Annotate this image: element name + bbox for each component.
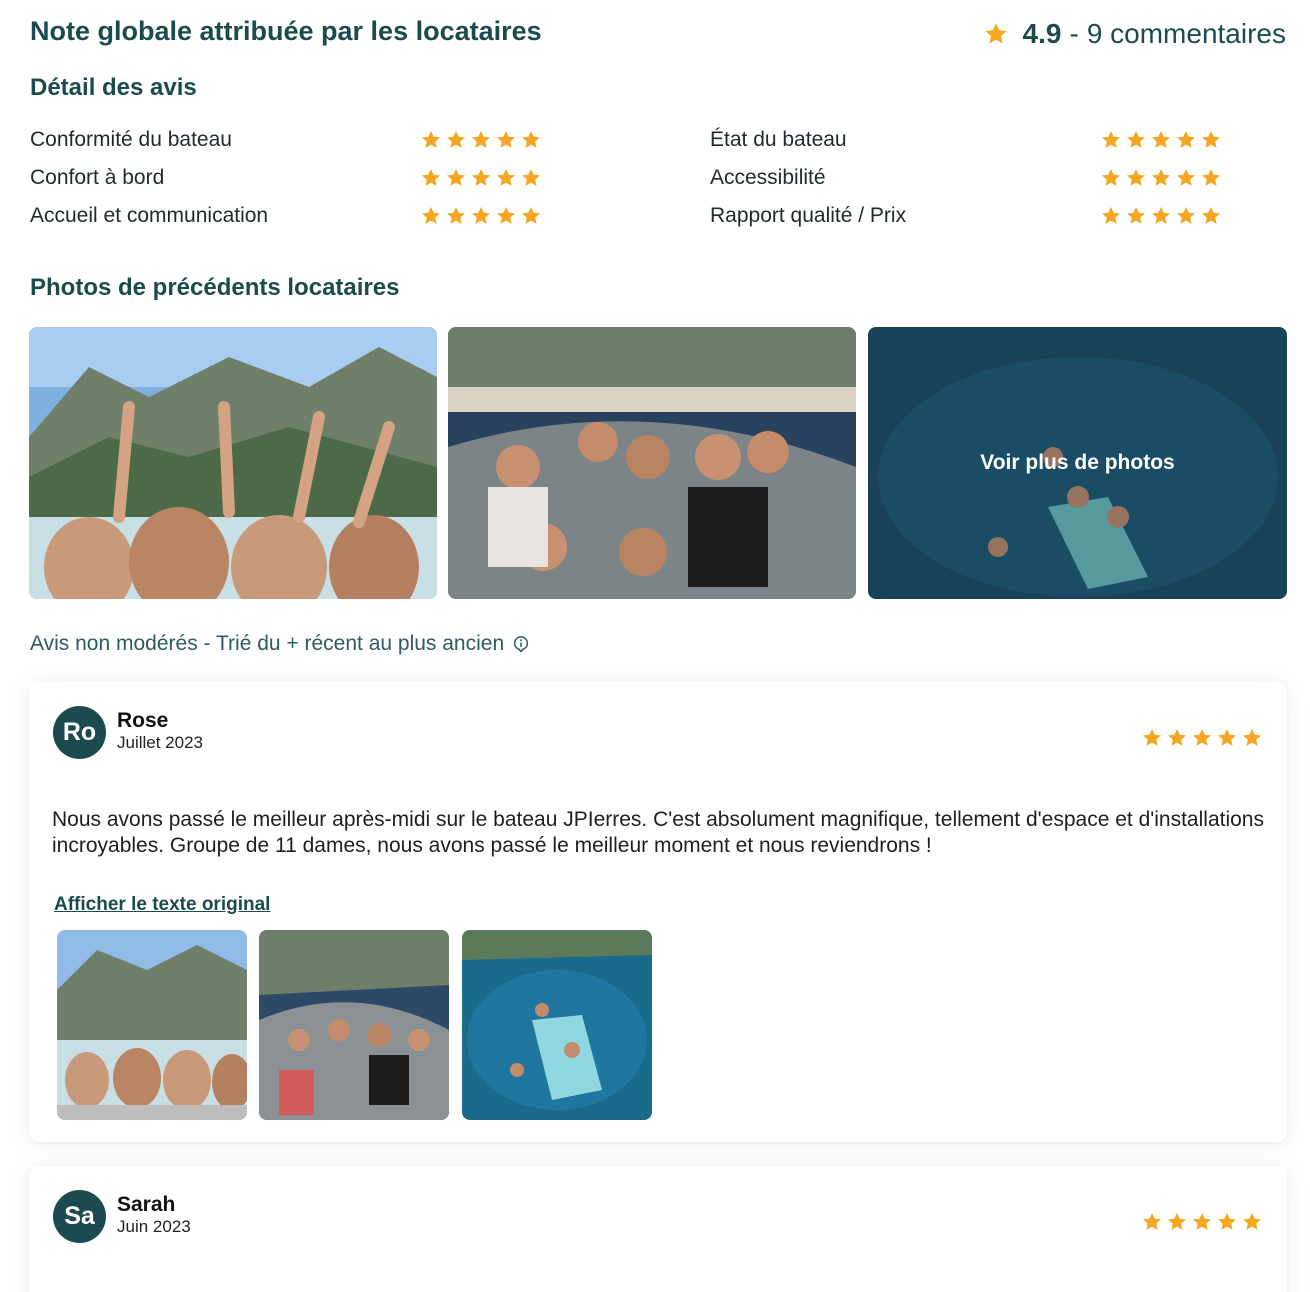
review-photo[interactable] — [259, 930, 449, 1120]
reviewer-name: Rose — [117, 709, 169, 732]
criterion-stars — [1100, 200, 1230, 232]
star-icon — [1243, 729, 1261, 746]
star-icon — [1152, 207, 1170, 224]
star-icon — [1177, 207, 1195, 224]
criterion-label: Confort à bord — [30, 166, 165, 189]
criterion-stars — [420, 200, 710, 232]
star-icon — [497, 169, 515, 186]
star-icon — [1168, 729, 1186, 746]
star-icon — [1218, 1213, 1236, 1230]
star-icon — [1193, 729, 1211, 746]
star-icon — [1102, 169, 1120, 186]
avatar: Sa — [53, 1190, 106, 1243]
star-icon — [1168, 1213, 1186, 1230]
criterion-label: Conformité du bateau — [30, 128, 232, 151]
sort-note: Avis non modérés - Trié du + récent au p… — [30, 632, 530, 656]
gallery-photo[interactable] — [29, 327, 437, 599]
details-title: Détail des avis — [30, 74, 197, 101]
comments-count[interactable]: 9 commentaires — [1087, 18, 1286, 50]
criterion-label: Accessibilité — [710, 166, 826, 189]
criterion-label: Accueil et communication — [30, 204, 269, 227]
criteria-grid: Conformité du bateau État du bateau Conf… — [30, 124, 1230, 232]
star-icon — [522, 207, 540, 224]
star-icon — [1243, 1213, 1261, 1230]
star-icon — [472, 131, 490, 148]
star-icon — [1143, 729, 1161, 746]
star-icon — [422, 169, 440, 186]
overall-separator: - — [1069, 18, 1079, 49]
star-icon — [422, 131, 440, 148]
reviewer-name: Sarah — [117, 1193, 176, 1216]
review-photo[interactable] — [57, 930, 247, 1120]
sort-note-text: Avis non modérés - Trié du + récent au p… — [30, 632, 505, 655]
review-card: Ro Rose Juillet 2023 Nous avons passé le… — [29, 682, 1287, 1142]
star-icon — [472, 207, 490, 224]
star-icon — [1152, 169, 1170, 186]
more-photos-label[interactable]: Voir plus de photos — [868, 327, 1287, 599]
review-date: Juillet 2023 — [117, 733, 204, 752]
criterion-stars — [1100, 162, 1230, 194]
star-icon — [984, 23, 1007, 44]
star-icon — [1127, 169, 1145, 186]
criterion-label: État du bateau — [710, 128, 847, 151]
review-date: Juin 2023 — [117, 1217, 191, 1236]
star-icon — [522, 169, 540, 186]
star-icon — [1127, 207, 1145, 224]
star-icon — [1177, 169, 1195, 186]
page-title: Note globale attribuée par les locataire… — [30, 16, 542, 46]
star-icon — [472, 169, 490, 186]
star-icon — [1202, 131, 1220, 148]
star-icon — [1152, 131, 1170, 148]
star-icon — [1102, 207, 1120, 224]
show-original-link[interactable]: Afficher le texte original — [54, 894, 270, 916]
overall-score: 4.9 — [1022, 18, 1062, 49]
star-icon — [447, 207, 465, 224]
review-text: Nous avons passé le meilleur après-midi … — [52, 808, 1264, 857]
more-photos-tile[interactable]: Voir plus de photos — [868, 327, 1287, 599]
star-icon — [1193, 1213, 1211, 1230]
photo-gallery: Voir plus de photos — [29, 327, 1287, 599]
star-icon — [447, 169, 465, 186]
criterion-label: Rapport qualité / Prix — [710, 204, 907, 227]
review-card: Sa Sarah Juin 2023 — [29, 1166, 1287, 1292]
review-stars — [1141, 1206, 1263, 1238]
overall-rating: 4.9 - 9 commentaires — [983, 18, 1286, 50]
star-icon — [422, 207, 440, 224]
reviews-page: Note globale attribuée par les locataire… — [0, 0, 1310, 1292]
star-icon — [1202, 169, 1220, 186]
star-icon — [1202, 207, 1220, 224]
star-icon — [497, 207, 515, 224]
star-icon — [447, 131, 465, 148]
photos-title: Photos de précédents locataires — [30, 274, 400, 301]
info-icon[interactable] — [512, 635, 530, 653]
star-icon — [1127, 131, 1145, 148]
star-icon — [1177, 131, 1195, 148]
gallery-photo[interactable] — [448, 327, 856, 599]
star-icon — [1102, 131, 1120, 148]
star-icon — [1143, 1213, 1161, 1230]
star-icon — [522, 131, 540, 148]
star-icon — [1218, 729, 1236, 746]
avatar: Ro — [53, 706, 106, 759]
criterion-stars — [420, 162, 710, 194]
review-stars — [1141, 722, 1263, 754]
criterion-stars — [420, 124, 710, 156]
criterion-stars — [1100, 124, 1230, 156]
star-icon — [497, 131, 515, 148]
review-photo[interactable] — [462, 930, 652, 1120]
